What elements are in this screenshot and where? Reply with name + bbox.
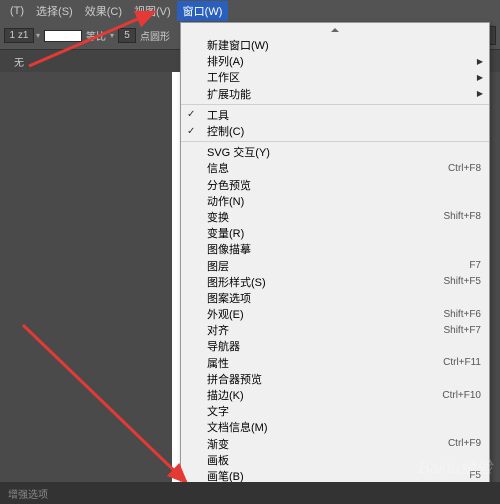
menu-item-transform[interactable]: 变换Shift+F8 bbox=[181, 209, 489, 225]
stroke-weight-field[interactable]: 1 z1 bbox=[4, 28, 34, 43]
menu-effect[interactable]: 效果(C) bbox=[79, 1, 128, 21]
scroll-up-arrow[interactable] bbox=[181, 23, 489, 37]
menu-item-separations[interactable]: 分色预览 bbox=[181, 177, 489, 193]
menu-item-workspace[interactable]: 工作区▶ bbox=[181, 69, 489, 85]
menu-item-actions[interactable]: 动作(N) bbox=[181, 193, 489, 209]
statusbar: 增强选项 bbox=[0, 482, 500, 504]
menu-item-info[interactable]: 信息Ctrl+F8 bbox=[181, 160, 489, 176]
menu-item-pattern-options[interactable]: 图案选项 bbox=[181, 290, 489, 306]
submenu-arrow-icon: ▶ bbox=[477, 73, 483, 82]
menu-item-tracing[interactable]: 图像描摹 bbox=[181, 241, 489, 257]
menu-item-align[interactable]: 对齐Shift+F7 bbox=[181, 322, 489, 338]
menu-item-graphic-styles[interactable]: 图形样式(S)Shift+F5 bbox=[181, 274, 489, 290]
chevron-down-icon[interactable]: ▾ bbox=[36, 31, 40, 40]
menu-item-new-window[interactable]: 新建窗口(W) bbox=[181, 37, 489, 53]
check-icon: ✓ bbox=[187, 109, 195, 120]
menu-item-arrange[interactable]: 排列(A)▶ bbox=[181, 53, 489, 69]
menu-item-stroke[interactable]: 描边(K)Ctrl+F10 bbox=[181, 387, 489, 403]
menu-item-variables[interactable]: 变量(R) bbox=[181, 225, 489, 241]
menubar: (T) 选择(S) 效果(C) 视图(V) 窗口(W) bbox=[0, 0, 500, 22]
submenu-arrow-icon: ▶ bbox=[477, 89, 483, 98]
menu-window[interactable]: 窗口(W) bbox=[177, 1, 229, 21]
menu-item-appearance[interactable]: 外观(E)Shift+F6 bbox=[181, 306, 489, 322]
watermark: Baidu经验 bbox=[419, 454, 492, 478]
menu-item-gradient[interactable]: 渐变Ctrl+F9 bbox=[181, 436, 489, 452]
uniform-label: 等比 bbox=[86, 28, 106, 43]
separator bbox=[181, 104, 489, 105]
window-menu-dropdown: 新建窗口(W) 排列(A)▶ 工作区▶ 扩展功能▶ ✓工具 ✓控制(C) SVG… bbox=[180, 22, 490, 500]
chevron-down-icon[interactable]: ▾ bbox=[110, 31, 114, 40]
menu-item-layers[interactable]: 图层F7 bbox=[181, 257, 489, 273]
stroke-preview[interactable] bbox=[44, 30, 82, 42]
menu-item-doc-info[interactable]: 文档信息(M) bbox=[181, 419, 489, 435]
star-points-field[interactable]: 5 bbox=[118, 28, 136, 43]
star-label: 点圆形 bbox=[140, 28, 170, 43]
menu-item-type[interactable]: 文字 bbox=[181, 403, 489, 419]
menu-item-navigator[interactable]: 导航器 bbox=[181, 338, 489, 354]
menu-select[interactable]: 选择(S) bbox=[30, 1, 79, 21]
submenu-arrow-icon: ▶ bbox=[477, 57, 483, 66]
menu-item-svg[interactable]: SVG 交互(Y) bbox=[181, 144, 489, 160]
menu-t[interactable]: (T) bbox=[4, 3, 30, 19]
menu-item-attributes[interactable]: 属性Ctrl+F11 bbox=[181, 355, 489, 371]
menu-item-extensions[interactable]: 扩展功能▶ bbox=[181, 86, 489, 102]
menu-item-flattener[interactable]: 拼合器预览 bbox=[181, 371, 489, 387]
separator bbox=[181, 141, 489, 142]
tab-none[interactable]: 无 bbox=[6, 52, 32, 71]
menu-item-tools[interactable]: ✓工具 bbox=[181, 107, 489, 123]
menu-item-control[interactable]: ✓控制(C) bbox=[181, 123, 489, 139]
menu-view[interactable]: 视图(V) bbox=[128, 1, 177, 21]
check-icon: ✓ bbox=[187, 126, 195, 137]
statusbar-label: 增强选项 bbox=[8, 486, 48, 501]
